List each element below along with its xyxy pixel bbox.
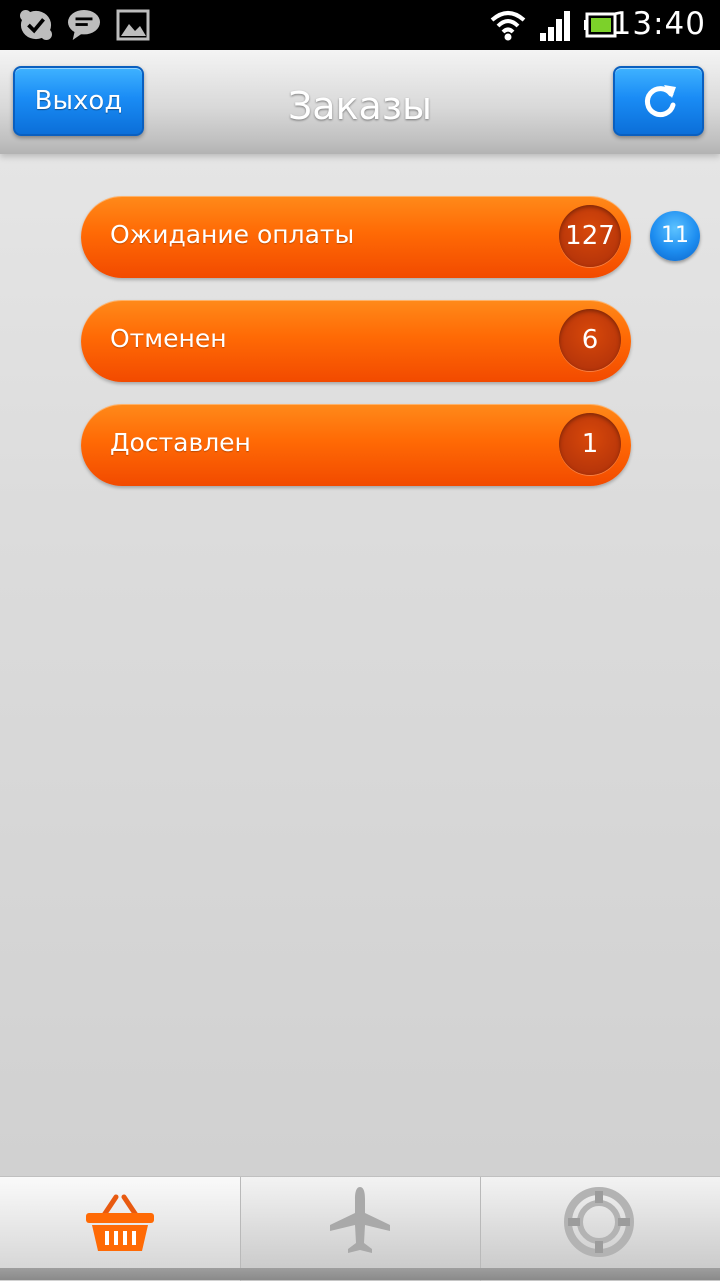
chat-icon bbox=[68, 9, 100, 41]
tab-flights[interactable] bbox=[240, 1177, 480, 1281]
header-bar: Выход Заказы bbox=[0, 50, 720, 154]
order-status-label: Доставлен bbox=[110, 428, 251, 457]
order-status-label: Отменен bbox=[110, 324, 227, 353]
notification-badge[interactable]: 11 bbox=[650, 211, 700, 261]
skype-icon bbox=[20, 9, 52, 41]
signal-icon bbox=[540, 11, 570, 41]
tab-orders[interactable] bbox=[0, 1177, 240, 1281]
order-status-awaiting-payment[interactable]: Ожидание оплаты 127 bbox=[81, 196, 631, 278]
clock: 13:40 bbox=[611, 6, 706, 42]
tab-bar-edge bbox=[0, 1268, 720, 1280]
wifi-icon bbox=[490, 11, 526, 41]
basket-icon bbox=[86, 1194, 154, 1251]
bottom-tab-bar bbox=[0, 1176, 720, 1281]
order-count-badge: 6 bbox=[559, 309, 621, 371]
order-count-badge: 1 bbox=[559, 413, 621, 475]
order-status-delivered[interactable]: Доставлен 1 bbox=[81, 404, 631, 486]
tab-help[interactable] bbox=[480, 1177, 720, 1281]
status-bar: 13:40 bbox=[0, 0, 720, 50]
airplane-icon bbox=[330, 1187, 390, 1253]
refresh-icon bbox=[644, 85, 676, 118]
image-icon bbox=[116, 9, 150, 41]
page-title: Заказы bbox=[287, 84, 433, 128]
refresh-button[interactable] bbox=[613, 66, 704, 136]
lifebuoy-icon bbox=[564, 1187, 634, 1257]
order-status-label: Ожидание оплаты bbox=[110, 220, 355, 249]
order-count-badge: 127 bbox=[559, 205, 621, 267]
order-status-cancelled[interactable]: Отменен 6 bbox=[81, 300, 631, 382]
